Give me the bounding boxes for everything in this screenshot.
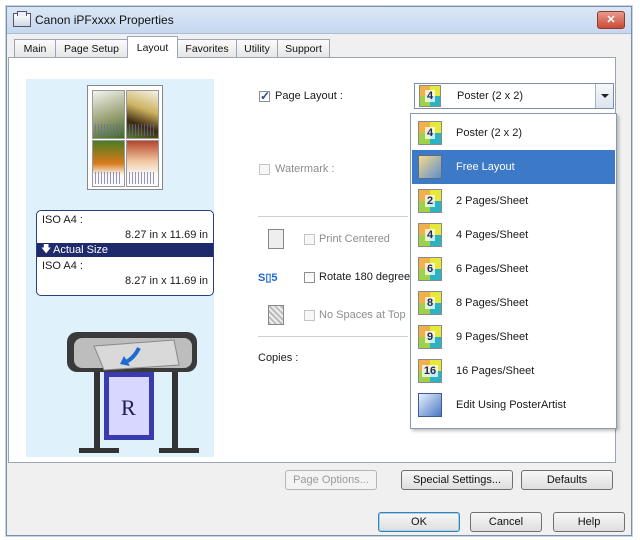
- copies-label: Copies :: [258, 352, 299, 364]
- print-centered-label: Print Centered: [319, 233, 390, 245]
- down-arrow-icon: 🡇: [41, 244, 52, 255]
- layout-option-16-pages[interactable]: 16 16 Pages/Sheet: [412, 354, 615, 388]
- tab-layout[interactable]: Layout: [127, 36, 178, 58]
- page-layout-checkbox[interactable]: [259, 89, 270, 103]
- window-title: Canon iPFxxxx Properties: [35, 13, 174, 27]
- 6-pages-icon: 6: [418, 257, 442, 281]
- tab-favorites[interactable]: Favorites: [177, 39, 237, 57]
- page-layout-label: Page Layout :: [275, 90, 343, 102]
- paper-size-info: ISO A4 : 8.27 in x 11.69 in 🡇 Actual Siz…: [36, 210, 214, 296]
- title-bar: Canon iPFxxxx Properties ✕: [7, 7, 631, 34]
- cancel-button[interactable]: Cancel: [470, 512, 542, 532]
- svg-text:R: R: [121, 395, 136, 420]
- separator: [258, 336, 408, 337]
- 9-pages-icon: 9: [418, 325, 442, 349]
- no-spaces-label: No Spaces at Top: [319, 309, 406, 321]
- layout-option-posterartist[interactable]: Edit Using PosterArtist: [412, 388, 615, 422]
- layout-option-2-pages[interactable]: 2 2 Pages/Sheet: [412, 184, 615, 218]
- 16-pages-icon: 16: [418, 359, 442, 383]
- page-layout-select[interactable]: 4 Poster (2 x 2): [414, 83, 614, 109]
- tab-main[interactable]: Main: [14, 39, 56, 57]
- poster-tile: [92, 140, 125, 187]
- page-layout-selected-value: Poster (2 x 2): [457, 90, 524, 102]
- output-size-name: ISO A4 :: [42, 260, 83, 272]
- actual-size-bar: 🡇 Actual Size: [37, 243, 213, 257]
- page-layout-dropdown-list: 4 Poster (2 x 2) Free Layout 2 2 Pages/S…: [410, 113, 617, 429]
- source-size-dims: 8.27 in x 11.69 in: [125, 229, 208, 241]
- layout-option-8-pages[interactable]: 8 8 Pages/Sheet: [412, 286, 615, 320]
- layout-option-9-pages[interactable]: 9 9 Pages/Sheet: [412, 320, 615, 354]
- close-button[interactable]: ✕: [597, 11, 625, 29]
- source-size-name: ISO A4 :: [42, 214, 83, 226]
- layout-option-poster-2x2[interactable]: 4 Poster (2 x 2): [412, 116, 615, 150]
- no-spaces-icon: [268, 305, 284, 325]
- layout-option-free-layout[interactable]: Free Layout: [412, 150, 615, 184]
- output-size-dims: 8.27 in x 11.69 in: [125, 275, 208, 287]
- free-layout-icon: [418, 155, 442, 179]
- poster-2x2-icon: 4: [419, 85, 441, 107]
- layout-option-4-pages[interactable]: 4 4 Pages/Sheet: [412, 218, 615, 252]
- rotate-icon: S▯5: [258, 272, 278, 284]
- actual-size-label: Actual Size: [53, 244, 109, 256]
- 4-pages-icon: 4: [418, 223, 442, 247]
- 8-pages-icon: 8: [418, 291, 442, 315]
- poster-preview-sheet: [87, 85, 163, 190]
- ok-button[interactable]: OK: [378, 512, 460, 532]
- tab-utility[interactable]: Utility: [236, 39, 278, 57]
- posterartist-icon: [418, 393, 442, 417]
- tab-page-setup[interactable]: Page Setup: [55, 39, 128, 57]
- chevron-down-icon[interactable]: [595, 84, 613, 108]
- help-button[interactable]: Help: [553, 512, 625, 532]
- layout-option-6-pages[interactable]: 6 6 Pages/Sheet: [412, 252, 615, 286]
- poster-tile: [126, 90, 159, 139]
- poster-tile: [126, 140, 159, 187]
- separator: [258, 216, 408, 217]
- poster-tile: [92, 90, 125, 139]
- poster-2x2-icon: 4: [418, 121, 442, 145]
- 2-pages-icon: 2: [418, 189, 442, 213]
- printer-app-icon: [13, 11, 31, 27]
- watermark-checkbox[interactable]: [259, 164, 270, 175]
- watermark-label: Watermark :: [275, 163, 335, 175]
- rotate-180-checkbox[interactable]: [304, 272, 315, 283]
- print-centered-icon: [268, 229, 284, 249]
- no-spaces-checkbox[interactable]: [304, 310, 315, 321]
- printer-illustration-icon: R: [67, 332, 199, 453]
- page-options-button[interactable]: Page Options...: [285, 470, 377, 490]
- print-centered-checkbox[interactable]: [304, 234, 315, 245]
- tab-support[interactable]: Support: [277, 39, 330, 57]
- defaults-button[interactable]: Defaults: [521, 470, 613, 490]
- special-settings-button[interactable]: Special Settings...: [401, 470, 513, 490]
- rotate-180-label: Rotate 180 degrees: [319, 271, 416, 283]
